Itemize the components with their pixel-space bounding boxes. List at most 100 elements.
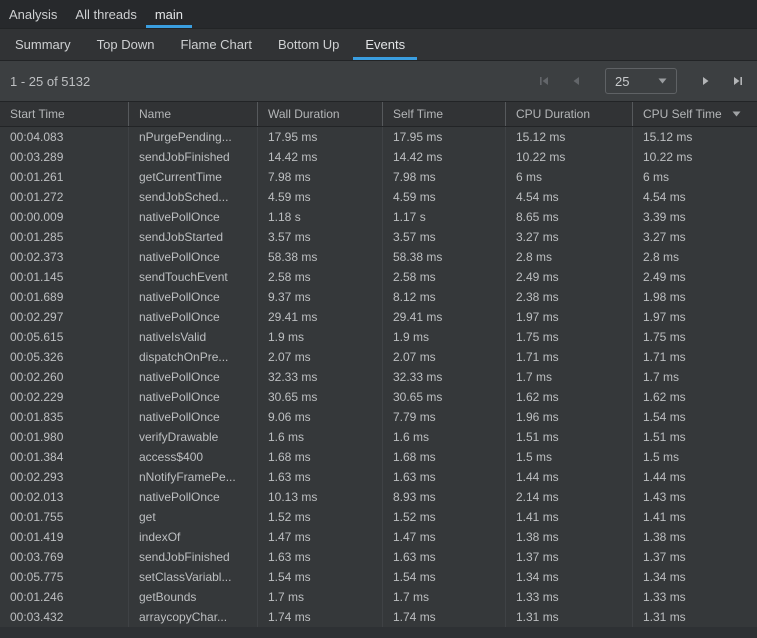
table-cell: 8.12 ms [382, 287, 505, 307]
table-cell: 00:03.289 [0, 147, 128, 167]
table-cell: 8.93 ms [382, 487, 505, 507]
next-page-button[interactable] [699, 74, 713, 88]
table-cell: 15.12 ms [632, 127, 757, 147]
table-cell: 1.74 ms [257, 607, 382, 627]
table-row[interactable]: 00:01.145sendTouchEvent2.58 ms2.58 ms2.4… [0, 267, 757, 287]
table-cell: 1.6 ms [382, 427, 505, 447]
page-size-dropdown[interactable]: 25 [605, 68, 677, 94]
table-row[interactable]: 00:02.229nativePollOnce30.65 ms30.65 ms1… [0, 387, 757, 407]
last-page-button[interactable] [731, 74, 745, 88]
table-cell: 00:02.013 [0, 487, 128, 507]
table-row[interactable]: 00:02.260nativePollOnce32.33 ms32.33 ms1… [0, 367, 757, 387]
view-tab-summary[interactable]: Summary [3, 29, 83, 60]
table-row[interactable]: 00:02.297nativePollOnce29.41 ms29.41 ms1… [0, 307, 757, 327]
table-row[interactable]: 00:02.293nNotifyFramePe...1.63 ms1.63 ms… [0, 467, 757, 487]
table-cell: 1.75 ms [505, 327, 632, 347]
table-cell: 1.51 ms [632, 427, 757, 447]
table-cell: 10.22 ms [632, 147, 757, 167]
table-cell: 1.5 ms [505, 447, 632, 467]
table-cell: 00:01.384 [0, 447, 128, 467]
table-row[interactable]: 00:04.083nPurgePending...17.95 ms17.95 m… [0, 127, 757, 147]
table-row[interactable]: 00:01.689nativePollOnce9.37 ms8.12 ms2.3… [0, 287, 757, 307]
column-header-name[interactable]: Name [128, 102, 257, 126]
table-row[interactable]: 00:03.769sendJobFinished1.63 ms1.63 ms1.… [0, 547, 757, 567]
table-row[interactable]: 00:03.289sendJobFinished14.42 ms14.42 ms… [0, 147, 757, 167]
view-tab-bar: SummaryTop DownFlame ChartBottom UpEvent… [0, 29, 757, 61]
table-cell: 1.68 ms [257, 447, 382, 467]
table-cell: 3.57 ms [382, 227, 505, 247]
page-size-value: 25 [615, 74, 629, 89]
table-row[interactable]: 00:03.432arraycopyChar...1.74 ms1.74 ms1… [0, 607, 757, 627]
table-cell: 2.49 ms [505, 267, 632, 287]
table-cell: 2.8 ms [632, 247, 757, 267]
column-header-start-time[interactable]: Start Time [0, 102, 128, 126]
view-tab-flame-chart[interactable]: Flame Chart [168, 29, 264, 60]
table-row[interactable]: 00:01.285sendJobStarted3.57 ms3.57 ms3.2… [0, 227, 757, 247]
table-row[interactable]: 00:01.980verifyDrawable1.6 ms1.6 ms1.51 … [0, 427, 757, 447]
table-row[interactable]: 00:02.013nativePollOnce10.13 ms8.93 ms2.… [0, 487, 757, 507]
table-row[interactable]: 00:01.272sendJobSched...4.59 ms4.59 ms4.… [0, 187, 757, 207]
column-header-wall-duration[interactable]: Wall Duration [257, 102, 382, 126]
first-page-button[interactable] [537, 74, 551, 88]
table-row[interactable]: 00:01.384access$4001.68 ms1.68 ms1.5 ms1… [0, 447, 757, 467]
thread-tab-analysis[interactable]: Analysis [0, 0, 66, 28]
view-tab-bottom-up[interactable]: Bottom Up [266, 29, 351, 60]
table-cell: 1.44 ms [505, 467, 632, 487]
table-cell: 6 ms [632, 167, 757, 187]
table-row[interactable]: 00:01.755get1.52 ms1.52 ms1.41 ms1.41 ms [0, 507, 757, 527]
table-cell: 1.34 ms [505, 567, 632, 587]
thread-tab-main[interactable]: main [146, 0, 192, 28]
column-header-self-time[interactable]: Self Time [382, 102, 505, 126]
table-cell: 30.65 ms [257, 387, 382, 407]
table-cell: 00:04.083 [0, 127, 128, 147]
table-row[interactable]: 00:05.615nativeIsValid1.9 ms1.9 ms1.75 m… [0, 327, 757, 347]
table-cell: access$400 [128, 447, 257, 467]
table-cell: 1.7 ms [632, 367, 757, 387]
table-row[interactable]: 00:00.009nativePollOnce1.18 s1.17 s8.65 … [0, 207, 757, 227]
table-cell: 2.07 ms [257, 347, 382, 367]
thread-tab-all-threads[interactable]: All threads [66, 0, 145, 28]
table-row[interactable]: 00:01.419indexOf1.47 ms1.47 ms1.38 ms1.3… [0, 527, 757, 547]
table-cell: 9.06 ms [257, 407, 382, 427]
table-cell: arraycopyChar... [128, 607, 257, 627]
profiler-events-panel: AnalysisAll threadsmain SummaryTop DownF… [0, 0, 757, 638]
table-cell: 1.7 ms [505, 367, 632, 387]
table-cell: 1.33 ms [632, 587, 757, 607]
table-cell: 4.59 ms [382, 187, 505, 207]
table-cell: 2.14 ms [505, 487, 632, 507]
table-cell: verifyDrawable [128, 427, 257, 447]
table-row[interactable]: 00:01.246getBounds1.7 ms1.7 ms1.33 ms1.3… [0, 587, 757, 607]
table-cell: 1.7 ms [257, 587, 382, 607]
table-cell: 1.62 ms [632, 387, 757, 407]
column-header-cpu-self-time[interactable]: CPU Self Time [632, 102, 757, 126]
table-cell: 30.65 ms [382, 387, 505, 407]
table-cell: 1.63 ms [257, 467, 382, 487]
table-row[interactable]: 00:01.835nativePollOnce9.06 ms7.79 ms1.9… [0, 407, 757, 427]
table-cell: 1.31 ms [632, 607, 757, 627]
table-cell: 00:03.769 [0, 547, 128, 567]
table-row[interactable]: 00:01.261getCurrentTime7.98 ms7.98 ms6 m… [0, 167, 757, 187]
sort-desc-icon [732, 111, 741, 117]
table-cell: nativeIsValid [128, 327, 257, 347]
table-cell: 4.54 ms [505, 187, 632, 207]
table-row[interactable]: 00:02.373nativePollOnce58.38 ms58.38 ms2… [0, 247, 757, 267]
table-cell: 1.41 ms [505, 507, 632, 527]
table-cell: 3.27 ms [505, 227, 632, 247]
column-header-cpu-duration[interactable]: CPU Duration [505, 102, 632, 126]
table-row[interactable]: 00:05.326dispatchOnPre...2.07 ms2.07 ms1… [0, 347, 757, 367]
table-cell: getBounds [128, 587, 257, 607]
view-tab-top-down[interactable]: Top Down [85, 29, 167, 60]
table-row[interactable]: 00:05.775setClassVariabl...1.54 ms1.54 m… [0, 567, 757, 587]
table-cell: 1.68 ms [382, 447, 505, 467]
table-cell: 1.47 ms [257, 527, 382, 547]
view-tab-events[interactable]: Events [353, 29, 417, 60]
table-cell: 00:01.246 [0, 587, 128, 607]
previous-page-button[interactable] [569, 74, 583, 88]
table-cell: 1.62 ms [505, 387, 632, 407]
column-header-label: Start Time [10, 107, 65, 121]
table-cell: 9.37 ms [257, 287, 382, 307]
table-cell: 1.97 ms [505, 307, 632, 327]
table-cell: 00:05.775 [0, 567, 128, 587]
table-cell: 3.27 ms [632, 227, 757, 247]
last-page-icon [732, 75, 744, 87]
